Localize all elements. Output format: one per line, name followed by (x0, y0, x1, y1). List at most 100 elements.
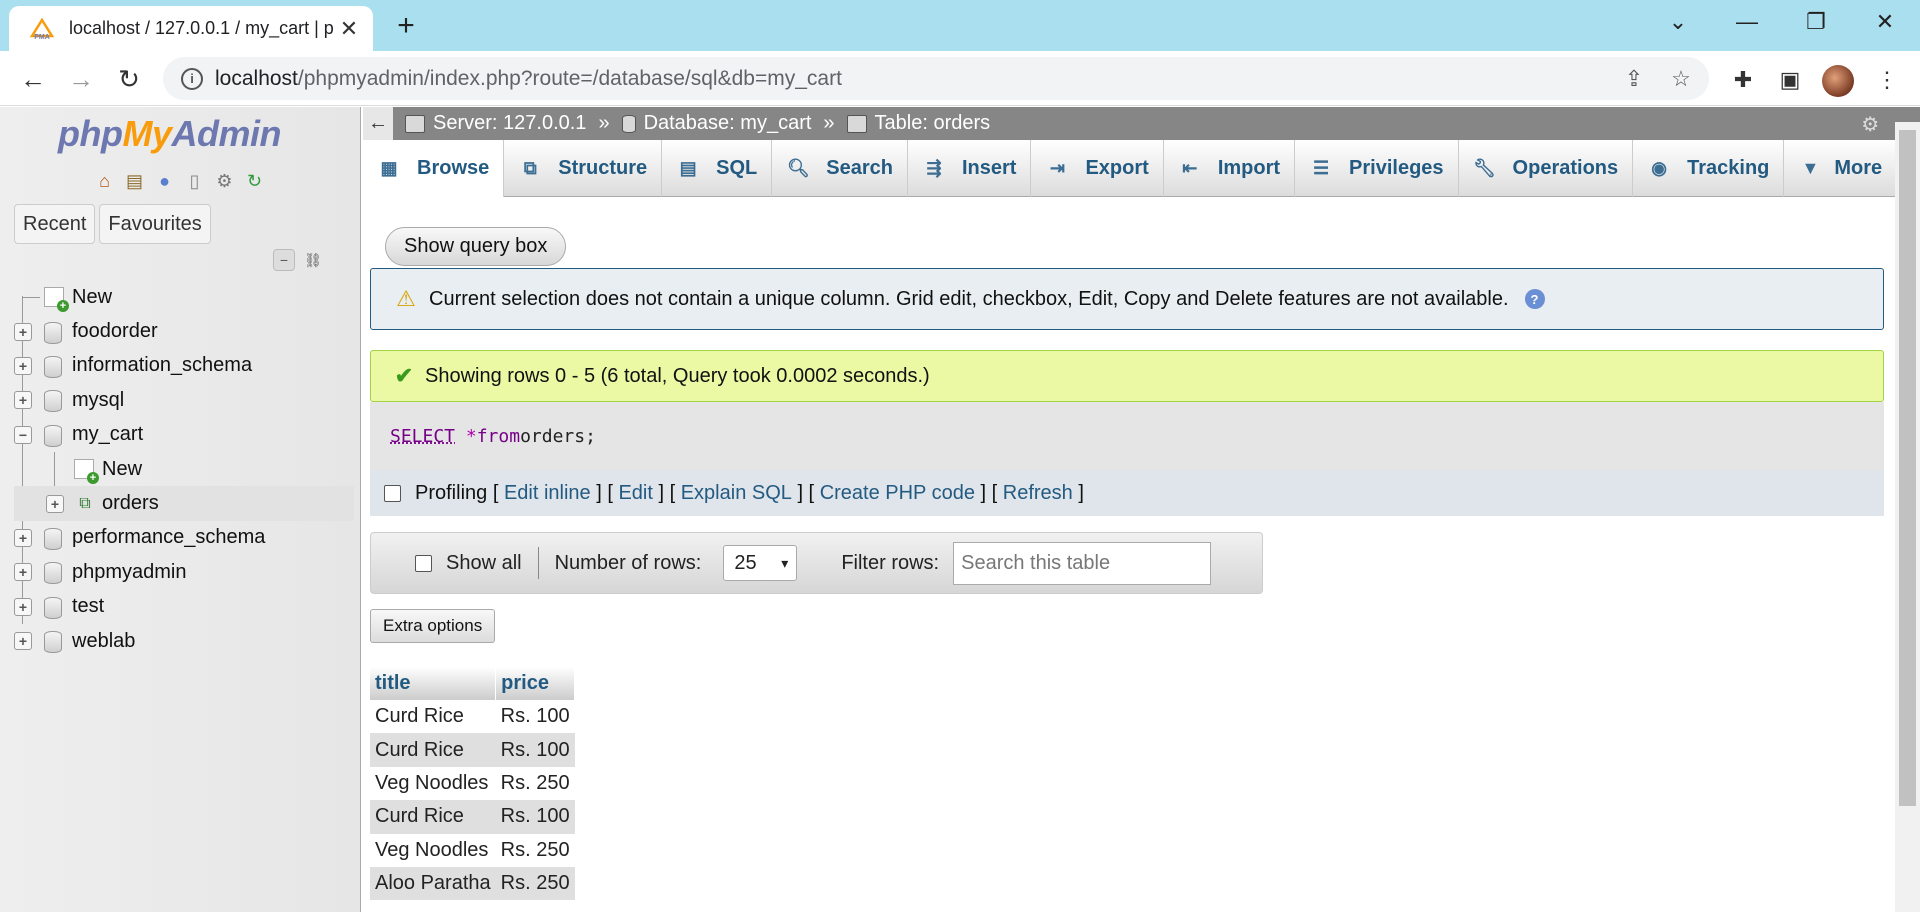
column-header-title[interactable]: title (370, 667, 497, 700)
reload-navigation-icon[interactable]: ↻ (242, 169, 267, 194)
tree-item-table-orders[interactable]: + ⧉ orders (14, 486, 354, 521)
nav-quick-icons: ⌂ ▤ ● ▯ ⚙ ↻ (92, 169, 267, 194)
tree-item-db[interactable]: + information_schema (14, 349, 354, 383)
database-icon (44, 390, 62, 413)
tab-insert[interactable]: ⇶ Insert (908, 140, 1032, 197)
tab-privileges[interactable]: ☰ Privileges (1295, 140, 1459, 197)
eye-icon: ◉ (1651, 158, 1667, 178)
breadcrumb-database[interactable]: Database: my_cart (621, 112, 811, 135)
bookmark-star-icon[interactable]: ☆ (1667, 65, 1695, 93)
cell-title: Aloo Paratha (370, 866, 496, 901)
expand-plus-icon[interactable]: + (14, 322, 32, 341)
navigation-panel: phpMyAdmin ⌂ ▤ ● ▯ ⚙ ↻ Recent Favourites… (0, 107, 361, 912)
create-php-code-link[interactable]: Create PHP code (820, 482, 975, 505)
tree-item-db[interactable]: + foodorder (14, 314, 354, 348)
tab-more[interactable]: ▼ More (1784, 140, 1896, 197)
page-scrollbar[interactable] (1895, 122, 1920, 912)
breadcrumb-table[interactable]: Table: orders (846, 112, 990, 135)
help-icon[interactable]: ● (152, 169, 177, 194)
help-icon[interactable]: ? (1524, 289, 1545, 309)
show-all-checkbox[interactable] (415, 554, 432, 572)
database-icon (44, 355, 62, 378)
tree-item-db[interactable]: + mysql (14, 383, 354, 417)
breadcrumb-server[interactable]: Server: 127.0.0.1 (405, 112, 586, 135)
phpmyadmin-logo[interactable]: phpMyAdmin (58, 113, 281, 155)
profile-avatar[interactable] (1822, 65, 1854, 97)
close-window-button[interactable]: ✕ (1865, 6, 1905, 38)
cell-title: Curd Rice (370, 800, 496, 834)
expand-plus-icon[interactable]: + (14, 597, 32, 616)
expand-plus-icon[interactable]: + (14, 563, 32, 582)
back-arrow-icon[interactable]: ← (16, 63, 50, 95)
home-icon[interactable]: ⌂ (92, 169, 117, 194)
database-icon (44, 424, 62, 447)
table-row: Curd Rice Rs. 100 (370, 733, 575, 767)
edit-link[interactable]: Edit (618, 482, 652, 505)
extensions-puzzle-icon[interactable]: ✚ (1728, 65, 1758, 95)
cell-price: Rs. 250 (495, 866, 575, 901)
tab-import[interactable]: ⇤ Import (1164, 140, 1296, 197)
explain-sql-link[interactable]: Explain SQL (681, 482, 792, 505)
restore-button[interactable]: ❐ (1796, 6, 1836, 38)
expand-plus-icon[interactable]: + (14, 632, 32, 651)
tab-search-icon[interactable]: ⌄ (1658, 6, 1698, 38)
tree-item-new-table[interactable]: New (14, 451, 354, 486)
minimize-button[interactable]: — (1727, 6, 1767, 38)
expand-plus-icon[interactable]: + (46, 494, 64, 513)
tab-browse[interactable]: ▦ Browse (363, 140, 505, 197)
number-of-rows-select[interactable]: 25 ▾ (723, 545, 798, 581)
tab-structure[interactable]: ⧉ Structure (504, 140, 663, 197)
browser-menu-icon[interactable]: ⋮ (1872, 65, 1902, 95)
tree-item-new[interactable]: New (14, 280, 354, 314)
tree-item-db[interactable]: + performance_schema (14, 521, 354, 555)
close-tab-icon[interactable]: ✕ (335, 15, 363, 43)
expand-plus-icon[interactable]: + (14, 356, 32, 375)
database-icon (44, 321, 62, 344)
tree-item-db-expanded[interactable]: − my_cart (14, 418, 354, 452)
tab-sql[interactable]: ▤ SQL (662, 140, 773, 197)
export-icon: ⇥ (1049, 158, 1066, 178)
url-text: localhost/phpmyadmin/index.php?route=/da… (215, 66, 842, 90)
settings-gear-icon[interactable]: ⚙ (212, 169, 237, 194)
svg-text:PMA: PMA (34, 34, 50, 40)
checkmark-icon: ✔ (394, 363, 414, 388)
settings-gear-icon[interactable]: ⚙ (1861, 112, 1879, 137)
address-bar[interactable]: i localhost/phpmyadmin/index.php?route=/… (163, 57, 1709, 100)
profiling-checkbox[interactable] (384, 484, 401, 502)
logout-icon[interactable]: ▤ (122, 169, 147, 194)
tab-operations[interactable]: 🔧︎ Operations (1459, 140, 1634, 197)
filter-rows-input[interactable]: Search this table (953, 541, 1212, 585)
collapse-all-icon[interactable]: − (273, 249, 295, 271)
documentation-icon[interactable]: ▯ (182, 169, 207, 194)
cell-price: Rs. 250 (495, 833, 575, 867)
reload-icon[interactable]: ↻ (112, 63, 146, 95)
column-header-price[interactable]: price (495, 667, 576, 700)
recent-tab[interactable]: Recent (14, 204, 96, 244)
tab-tracking[interactable]: ◉ Tracking (1633, 140, 1785, 197)
site-info-icon[interactable]: i (181, 67, 203, 90)
favourites-tab[interactable]: Favourites (99, 204, 211, 244)
new-tab-button[interactable]: + (390, 9, 422, 42)
edit-inline-link[interactable]: Edit inline (504, 482, 591, 505)
tab-search[interactable]: 🔍︎ Search (772, 140, 908, 197)
refresh-link[interactable]: Refresh (1003, 482, 1073, 505)
expand-plus-icon[interactable]: + (14, 391, 32, 410)
tree-item-db[interactable]: + phpmyadmin (14, 555, 354, 589)
side-panel-icon[interactable]: ▣ (1775, 65, 1805, 95)
collapse-minus-icon[interactable]: − (14, 425, 32, 444)
collapse-navigation-icon[interactable]: ← (363, 107, 393, 140)
structure-icon: ⧉ (523, 158, 537, 178)
share-icon[interactable]: ⇪ (1620, 65, 1648, 93)
expand-plus-icon[interactable]: + (14, 528, 32, 547)
link-with-main-icon[interactable]: ⛓ (302, 249, 324, 271)
tab-export[interactable]: ⇥ Export (1031, 140, 1164, 197)
tree-item-db[interactable]: + weblab (14, 624, 354, 658)
table-row: Curd Rice Rs. 100 (370, 800, 575, 834)
database-icon (44, 527, 62, 550)
show-query-box-button[interactable]: Show query box (385, 227, 567, 266)
browser-tab[interactable]: PMA localhost / 127.0.0.1 / my_cart | p … (9, 6, 373, 51)
scrollbar-thumb[interactable] (1899, 130, 1916, 806)
extra-options-button[interactable]: Extra options (370, 609, 496, 643)
tree-item-db[interactable]: + test (14, 590, 354, 624)
forward-arrow-icon[interactable]: → (64, 63, 98, 95)
